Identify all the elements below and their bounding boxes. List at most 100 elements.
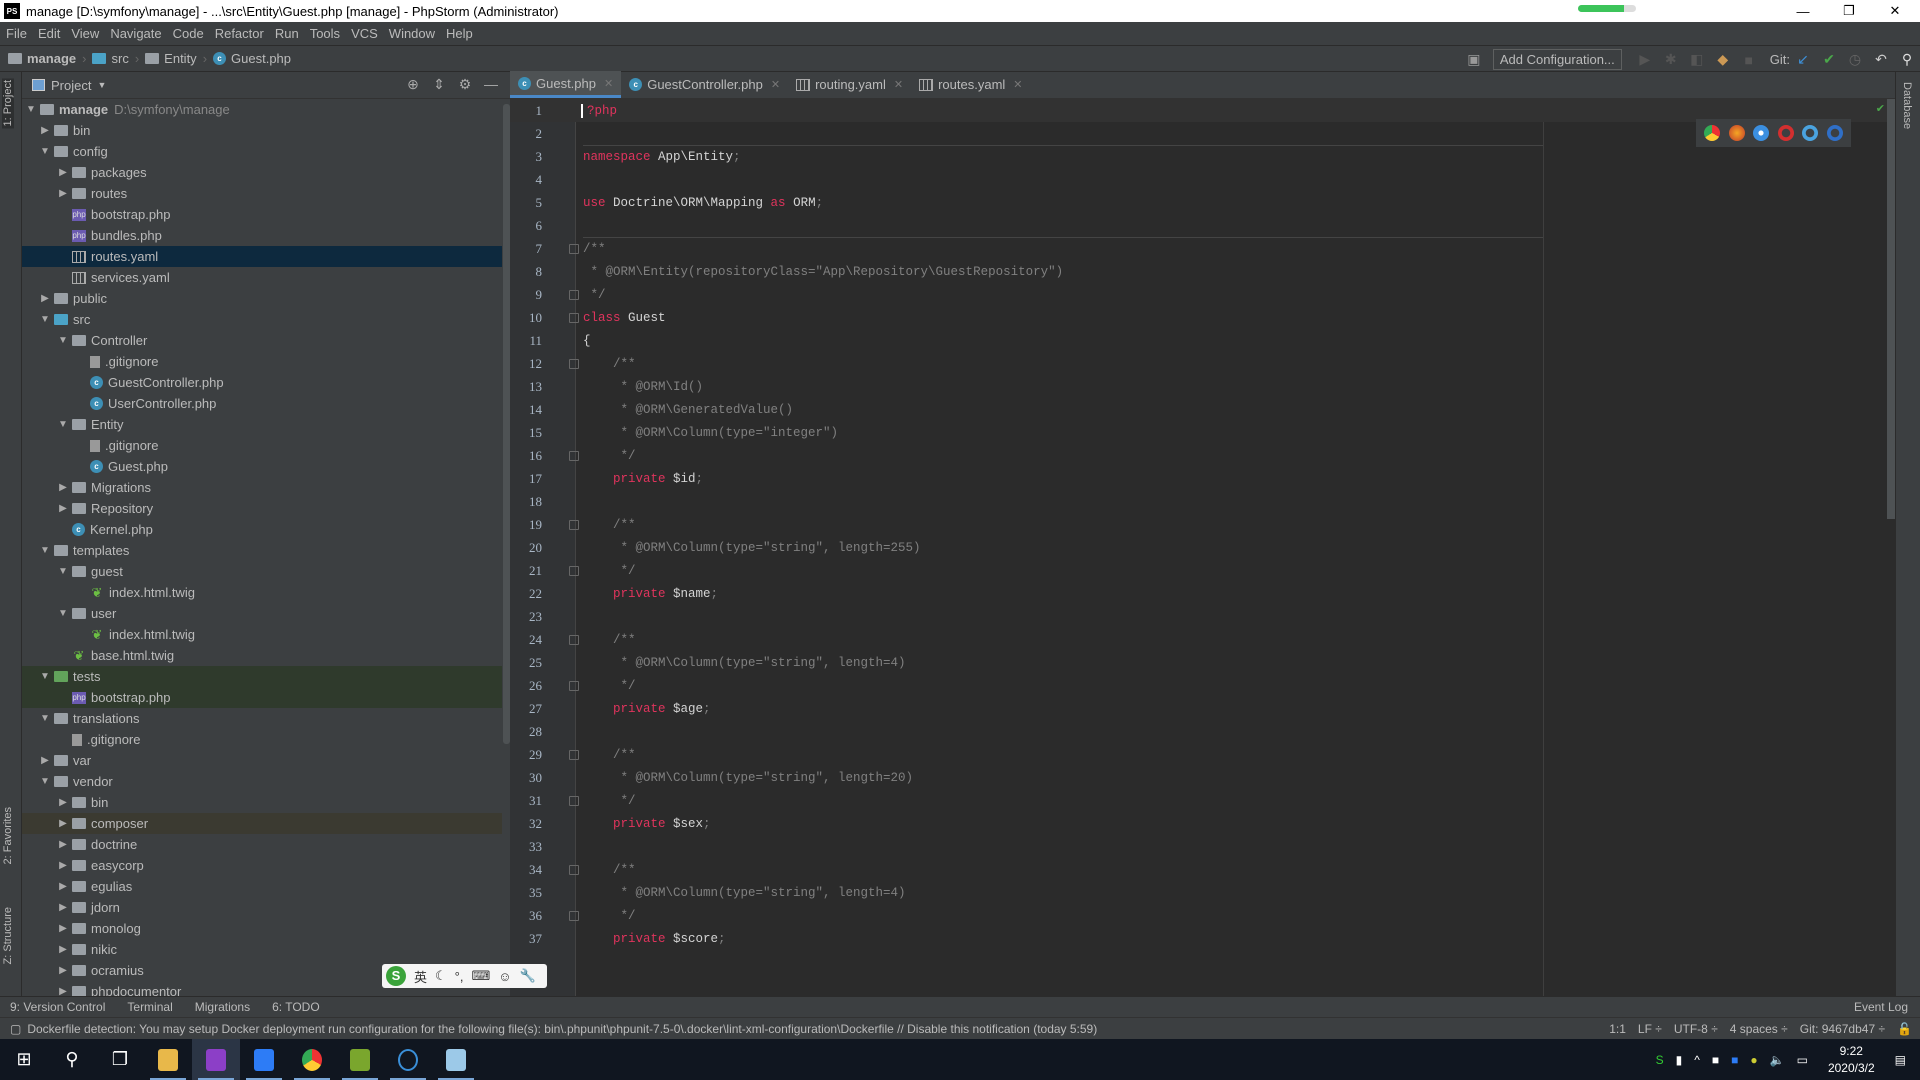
editor-scrollbar[interactable]	[1887, 99, 1895, 519]
fold-marker-icon[interactable]	[569, 680, 579, 691]
database-tool-tab[interactable]: Database	[1901, 82, 1913, 129]
tree-item[interactable]: c GuestController.php	[22, 372, 502, 393]
migrations-tab[interactable]: Migrations	[195, 1000, 250, 1014]
menu-edit[interactable]: Edit	[38, 26, 60, 41]
punctuation-icon[interactable]: °,	[455, 969, 464, 984]
expanded-arrow-icon[interactable]: ▼	[54, 419, 72, 430]
collapsed-arrow-icon[interactable]: ▶	[54, 923, 72, 934]
tree-item[interactable]: ▶ easycorp	[22, 855, 502, 876]
line-number[interactable]: 7	[510, 241, 546, 257]
line-number[interactable]: 27	[510, 701, 546, 717]
line-number[interactable]: 33	[510, 839, 546, 855]
network-icon[interactable]: ▭	[1797, 1053, 1808, 1067]
chevron-down-icon[interactable]: ▼	[97, 80, 106, 90]
tree-item[interactable]: ▶ var	[22, 750, 502, 771]
moon-icon[interactable]: ☾	[435, 968, 447, 984]
line-number[interactable]: 9	[510, 287, 546, 303]
start-button[interactable]: ⊞	[0, 1039, 48, 1080]
line-number[interactable]: 28	[510, 724, 546, 740]
fold-marker-icon[interactable]	[569, 519, 579, 530]
line-number[interactable]: 12	[510, 356, 546, 372]
project-view-selector[interactable]: Project	[51, 78, 91, 93]
close-tab-icon[interactable]: ✕	[894, 78, 903, 91]
menu-file[interactable]: File	[6, 26, 27, 41]
line-number[interactable]: 32	[510, 816, 546, 832]
collapsed-arrow-icon[interactable]: ▶	[54, 167, 72, 178]
sogou-tray-icon[interactable]: S	[1656, 1053, 1664, 1067]
collapsed-arrow-icon[interactable]: ▶	[54, 797, 72, 808]
tree-item[interactable]: .gitignore	[22, 351, 502, 372]
line-number[interactable]: 20	[510, 540, 546, 556]
revert-icon[interactable]: ↶	[1868, 51, 1894, 68]
tree-item[interactable]: ▶ doctrine	[22, 834, 502, 855]
tree-item[interactable]: ▼ guest	[22, 561, 502, 582]
status-message[interactable]: Dockerfile detection: You may setup Dock…	[27, 1022, 1097, 1036]
line-number[interactable]: 15	[510, 425, 546, 441]
fold-marker-icon[interactable]	[569, 749, 579, 760]
tree-item[interactable]: ❦ index.html.twig	[22, 624, 502, 645]
expanded-arrow-icon[interactable]: ▼	[36, 776, 54, 787]
tree-item[interactable]: php bootstrap.php	[22, 204, 502, 225]
menu-view[interactable]: View	[71, 26, 99, 41]
line-number[interactable]: 35	[510, 885, 546, 901]
tree-item[interactable]: ▼ templates	[22, 540, 502, 561]
coverage-icon[interactable]: ◧	[1684, 51, 1710, 68]
line-number[interactable]: 22	[510, 586, 546, 602]
line-number[interactable]: 10	[510, 310, 546, 326]
tab-guest-php[interactable]: c Guest.php ✕	[510, 71, 622, 98]
line-number[interactable]: 2	[510, 126, 546, 142]
line-number[interactable]: 36	[510, 908, 546, 924]
tree-item[interactable]: ▼ config	[22, 141, 502, 162]
line-number[interactable]: 16	[510, 448, 546, 464]
line-number[interactable]: 1	[510, 103, 546, 119]
line-number[interactable]: 21	[510, 563, 546, 579]
line-number[interactable]: 30	[510, 770, 546, 786]
expanded-arrow-icon[interactable]: ▼	[36, 545, 54, 556]
ie-icon[interactable]	[1802, 125, 1819, 141]
feishu-icon[interactable]	[240, 1039, 288, 1080]
caret-position[interactable]: 1:1	[1609, 1022, 1626, 1036]
tree-item[interactable]: php bootstrap.php	[22, 687, 502, 708]
collapsed-arrow-icon[interactable]: ▶	[54, 860, 72, 871]
wrench-icon[interactable]: 🔧	[520, 968, 536, 984]
tab-routing-yaml[interactable]: routing.yaml ✕	[788, 71, 911, 98]
collapsed-arrow-icon[interactable]: ▶	[54, 965, 72, 976]
layout-icon[interactable]: ▣	[1461, 51, 1487, 68]
expanded-arrow-icon[interactable]: ▼	[36, 713, 54, 724]
fold-marker-icon[interactable]	[569, 312, 579, 323]
tree-item[interactable]: ▶ bin	[22, 120, 502, 141]
tree-item[interactable]: ▼ vendor	[22, 771, 502, 792]
line-number[interactable]: 11	[510, 333, 546, 349]
git-commit-icon[interactable]: ✔	[1816, 51, 1842, 68]
collapsed-arrow-icon[interactable]: ▶	[54, 503, 72, 514]
line-number[interactable]: 17	[510, 471, 546, 487]
git-update-icon[interactable]: ↙	[1790, 51, 1816, 68]
tree-item[interactable]: c Guest.php	[22, 456, 502, 477]
fold-marker-icon[interactable]	[569, 634, 579, 645]
tree-item[interactable]: ▶ egulias	[22, 876, 502, 897]
tree-item[interactable]: ▶ bin	[22, 792, 502, 813]
line-number[interactable]: 24	[510, 632, 546, 648]
volume-icon[interactable]: 🔈	[1770, 1053, 1785, 1067]
code-area[interactable]: 1 ?php 2 3 namespace App\Entity; 4 5 use Doctri…	[510, 99, 1895, 950]
file-encoding[interactable]: UTF-8 ÷	[1674, 1022, 1718, 1036]
expanded-arrow-icon[interactable]: ▼	[36, 146, 54, 157]
tree-item[interactable]: ▼ src	[22, 309, 502, 330]
collapsed-arrow-icon[interactable]: ▶	[54, 839, 72, 850]
fold-marker-icon[interactable]	[569, 565, 579, 576]
expanded-arrow-icon[interactable]: ▼	[54, 335, 72, 346]
close-tab-icon[interactable]: ✕	[604, 77, 613, 90]
task-view-icon[interactable]: ❐	[96, 1039, 144, 1080]
line-number[interactable]: 34	[510, 862, 546, 878]
user-icon[interactable]: ☺	[498, 969, 511, 984]
search-icon[interactable]: ⚲	[1894, 51, 1920, 68]
tree-item[interactable]: ▶ public	[22, 288, 502, 309]
collapsed-arrow-icon[interactable]: ▶	[54, 881, 72, 892]
tree-item[interactable]: ❦ index.html.twig	[22, 582, 502, 603]
tree-item[interactable]: ▼ tests	[22, 666, 502, 687]
phpstorm-taskbar-icon[interactable]	[192, 1039, 240, 1080]
menu-help[interactable]: Help	[446, 26, 473, 41]
tree-item[interactable]: ▼ translations	[22, 708, 502, 729]
add-configuration-button[interactable]: Add Configuration...	[1492, 49, 1622, 70]
tree-item[interactable]: ▼ Controller	[22, 330, 502, 351]
